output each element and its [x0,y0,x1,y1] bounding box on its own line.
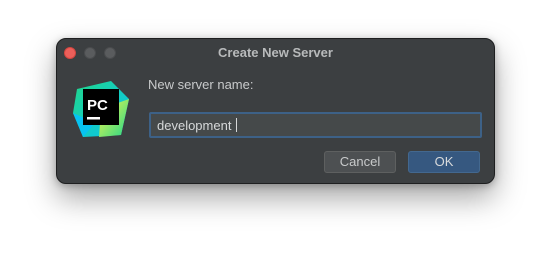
logo-underline [87,117,100,120]
dialog-title: Create New Server [218,45,333,60]
ok-button[interactable]: OK [408,151,480,173]
cancel-button[interactable]: Cancel [324,151,396,173]
screenshot-stage: Create New Server PC New server name: de… [0,0,551,259]
logo-text: PC [87,97,108,114]
create-server-dialog: Create New Server PC New server name: de… [56,38,495,184]
server-name-label: New server name: [148,77,254,92]
server-name-input[interactable] [149,112,482,138]
pycharm-logo-icon: PC [73,81,129,137]
text-caret [236,118,237,132]
title-bar: Create New Server [57,39,494,67]
